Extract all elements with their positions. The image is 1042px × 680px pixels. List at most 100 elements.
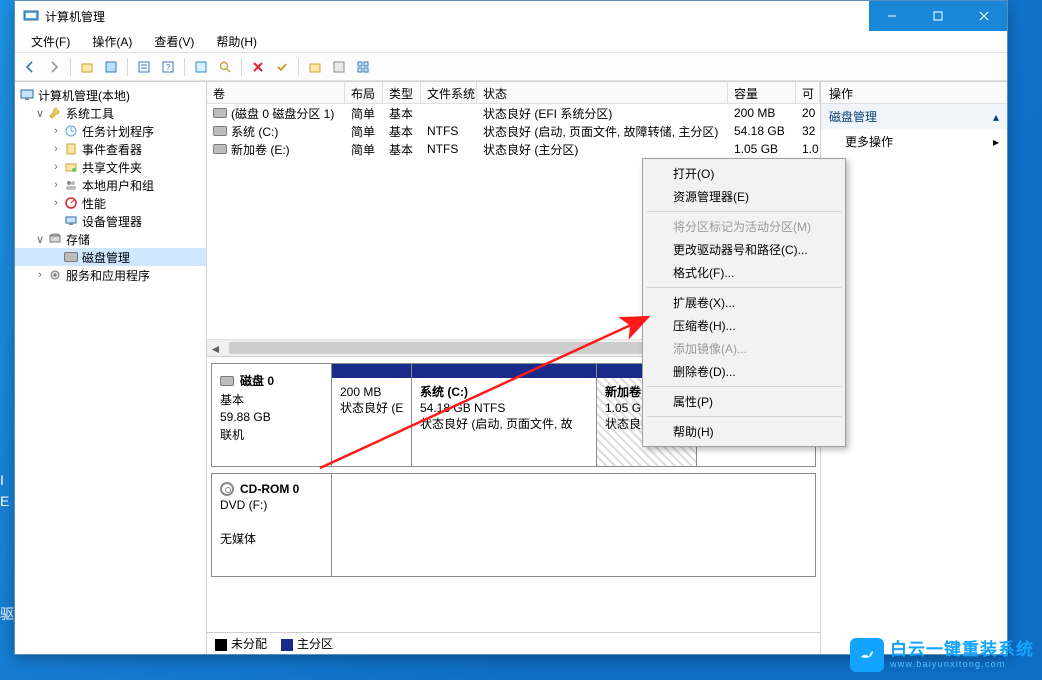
table-row[interactable]: 新加卷 (E:) 简单 基本 NTFS 状态良好 (主分区) 1.05 GB 1… — [207, 140, 820, 158]
tree-system-tools[interactable]: ∨ 系统工具 — [15, 104, 206, 122]
maximize-button[interactable] — [915, 1, 961, 31]
ctx-delete[interactable]: 删除卷(D)... — [645, 360, 843, 383]
tree-label: 事件查看器 — [82, 141, 142, 158]
back-button[interactable] — [19, 56, 41, 78]
tree-disk-management[interactable]: 磁盘管理 — [15, 248, 206, 266]
partition-size: 200 MB — [340, 384, 403, 400]
cell-value: 200 MB — [728, 105, 796, 121]
volume-icon — [213, 144, 227, 154]
ctx-help[interactable]: 帮助(H) — [645, 420, 843, 443]
close-button[interactable] — [961, 1, 1007, 31]
header-capacity[interactable]: 容量 — [728, 82, 796, 103]
ctx-extend[interactable]: 扩展卷(X)... — [645, 291, 843, 314]
disk-label[interactable]: CD-ROM 0 DVD (F:) 无媒体 — [212, 474, 332, 576]
ctx-mark-active: 将分区标记为活动分区(M) — [645, 215, 843, 238]
clock-icon — [63, 123, 79, 139]
minimize-button[interactable] — [869, 1, 915, 31]
ctx-separator — [647, 416, 841, 417]
ctx-format[interactable]: 格式化(F)... — [645, 261, 843, 284]
header-filesystem[interactable]: 文件系统 — [421, 82, 477, 103]
check-button[interactable] — [271, 56, 293, 78]
actions-body: 磁盘管理 ▴ 更多操作 ▸ — [821, 104, 1007, 654]
tree-pane[interactable]: 计算机管理(本地) ∨ 系统工具 › 任务计划程序 › 事件查看器 › 共享文件… — [15, 82, 207, 654]
header-status[interactable]: 状态 — [477, 82, 728, 103]
partition-c[interactable]: 系统 (C:) 54.18 GB NTFS 状态良好 (启动, 页面文件, 故 — [412, 364, 597, 466]
menu-file[interactable]: 文件(F) — [21, 31, 80, 52]
list-button[interactable] — [328, 56, 350, 78]
menu-action[interactable]: 操作(A) — [82, 31, 142, 52]
tree-performance[interactable]: › 性能 — [15, 194, 206, 212]
window-controls — [869, 1, 1007, 31]
folder-share-icon — [63, 159, 79, 175]
tree-event-viewer[interactable]: › 事件查看器 — [15, 140, 206, 158]
up-button[interactable] — [76, 56, 98, 78]
cell-value: (磁盘 0 磁盘分区 1) — [231, 105, 334, 122]
header-type[interactable]: 类型 — [383, 82, 421, 103]
ctx-properties[interactable]: 属性(P) — [645, 390, 843, 413]
forward-button[interactable] — [43, 56, 65, 78]
expand-icon[interactable]: › — [49, 125, 63, 137]
tree-device-manager[interactable]: 设备管理器 — [15, 212, 206, 230]
legend-unallocated: 未分配 — [215, 635, 267, 652]
svg-text:?: ? — [166, 63, 171, 72]
tree-label: 计算机管理(本地) — [38, 87, 130, 104]
menu-view[interactable]: 查看(V) — [144, 31, 204, 52]
table-row[interactable]: (磁盘 0 磁盘分区 1) 简单 基本 状态良好 (EFI 系统分区) 200 … — [207, 104, 820, 122]
cell-value: 新加卷 (E:) — [231, 141, 290, 158]
header-layout[interactable]: 布局 — [345, 82, 383, 103]
toolbar-separator — [184, 58, 185, 76]
tree-shared-folders[interactable]: › 共享文件夹 — [15, 158, 206, 176]
show-hide-button[interactable] — [100, 56, 122, 78]
folder-button[interactable] — [304, 56, 326, 78]
expand-icon[interactable]: › — [49, 161, 63, 173]
partition-efi[interactable]: 200 MB 状态良好 (E — [332, 364, 412, 466]
cell-value: 54.18 GB — [728, 123, 796, 139]
help-button[interactable]: ? — [157, 56, 179, 78]
expand-icon[interactable]: › — [49, 179, 63, 191]
ctx-open[interactable]: 打开(O) — [645, 162, 843, 185]
watermark-title: 白云一键重装系统 — [890, 641, 1034, 658]
tree-services-apps[interactable]: › 服务和应用程序 — [15, 266, 206, 284]
tree-label: 任务计划程序 — [82, 123, 154, 140]
table-row[interactable]: 系统 (C:) 简单 基本 NTFS 状态良好 (启动, 页面文件, 故障转储,… — [207, 122, 820, 140]
tree-label: 系统工具 — [66, 105, 114, 122]
actions-group[interactable]: 磁盘管理 ▴ — [821, 104, 1007, 129]
spacer — [220, 514, 323, 528]
tree-label: 磁盘管理 — [82, 249, 130, 266]
toolbar-separator — [127, 58, 128, 76]
tree-label: 存储 — [66, 231, 90, 248]
tree-storage[interactable]: ∨ 存储 — [15, 230, 206, 248]
tree-local-users[interactable]: › 本地用户和组 — [15, 176, 206, 194]
tree-label: 设备管理器 — [82, 213, 142, 230]
toolbar-separator — [70, 58, 71, 76]
tile-button[interactable] — [352, 56, 374, 78]
tool-a-button[interactable] — [190, 56, 212, 78]
scroll-left-icon[interactable]: ◄ — [207, 340, 224, 357]
scroll-thumb[interactable] — [229, 342, 659, 354]
expand-icon[interactable]: › — [49, 143, 63, 155]
delete-button[interactable] — [247, 56, 269, 78]
menu-help[interactable]: 帮助(H) — [206, 31, 267, 52]
ctx-change-letter[interactable]: 更改驱动器号和路径(C)... — [645, 238, 843, 261]
tree-root[interactable]: 计算机管理(本地) — [15, 86, 206, 104]
legend-primary: 主分区 — [281, 635, 333, 652]
tree-task-scheduler[interactable]: › 任务计划程序 — [15, 122, 206, 140]
legend: 未分配 主分区 — [207, 632, 820, 654]
toolbar-separator — [298, 58, 299, 76]
ctx-explorer[interactable]: 资源管理器(E) — [645, 185, 843, 208]
header-free[interactable]: 可 — [796, 82, 820, 103]
find-button[interactable] — [214, 56, 236, 78]
header-volume[interactable]: 卷 — [207, 82, 345, 103]
collapse-icon[interactable]: ∨ — [33, 107, 47, 120]
expand-icon[interactable]: › — [33, 269, 47, 281]
properties-button[interactable] — [133, 56, 155, 78]
collapse-icon[interactable]: ∨ — [33, 233, 47, 246]
ctx-shrink[interactable]: 压缩卷(H)... — [645, 314, 843, 337]
toolbar-separator — [241, 58, 242, 76]
actions-more[interactable]: 更多操作 ▸ — [821, 129, 1007, 154]
tree-label: 服务和应用程序 — [66, 267, 150, 284]
expand-icon[interactable]: › — [49, 197, 63, 209]
disk-label[interactable]: 磁盘 0 基本 59.88 GB 联机 — [212, 364, 332, 466]
actions-header: 操作 — [821, 82, 1007, 104]
desktop-label-2: 驱 — [0, 604, 14, 625]
